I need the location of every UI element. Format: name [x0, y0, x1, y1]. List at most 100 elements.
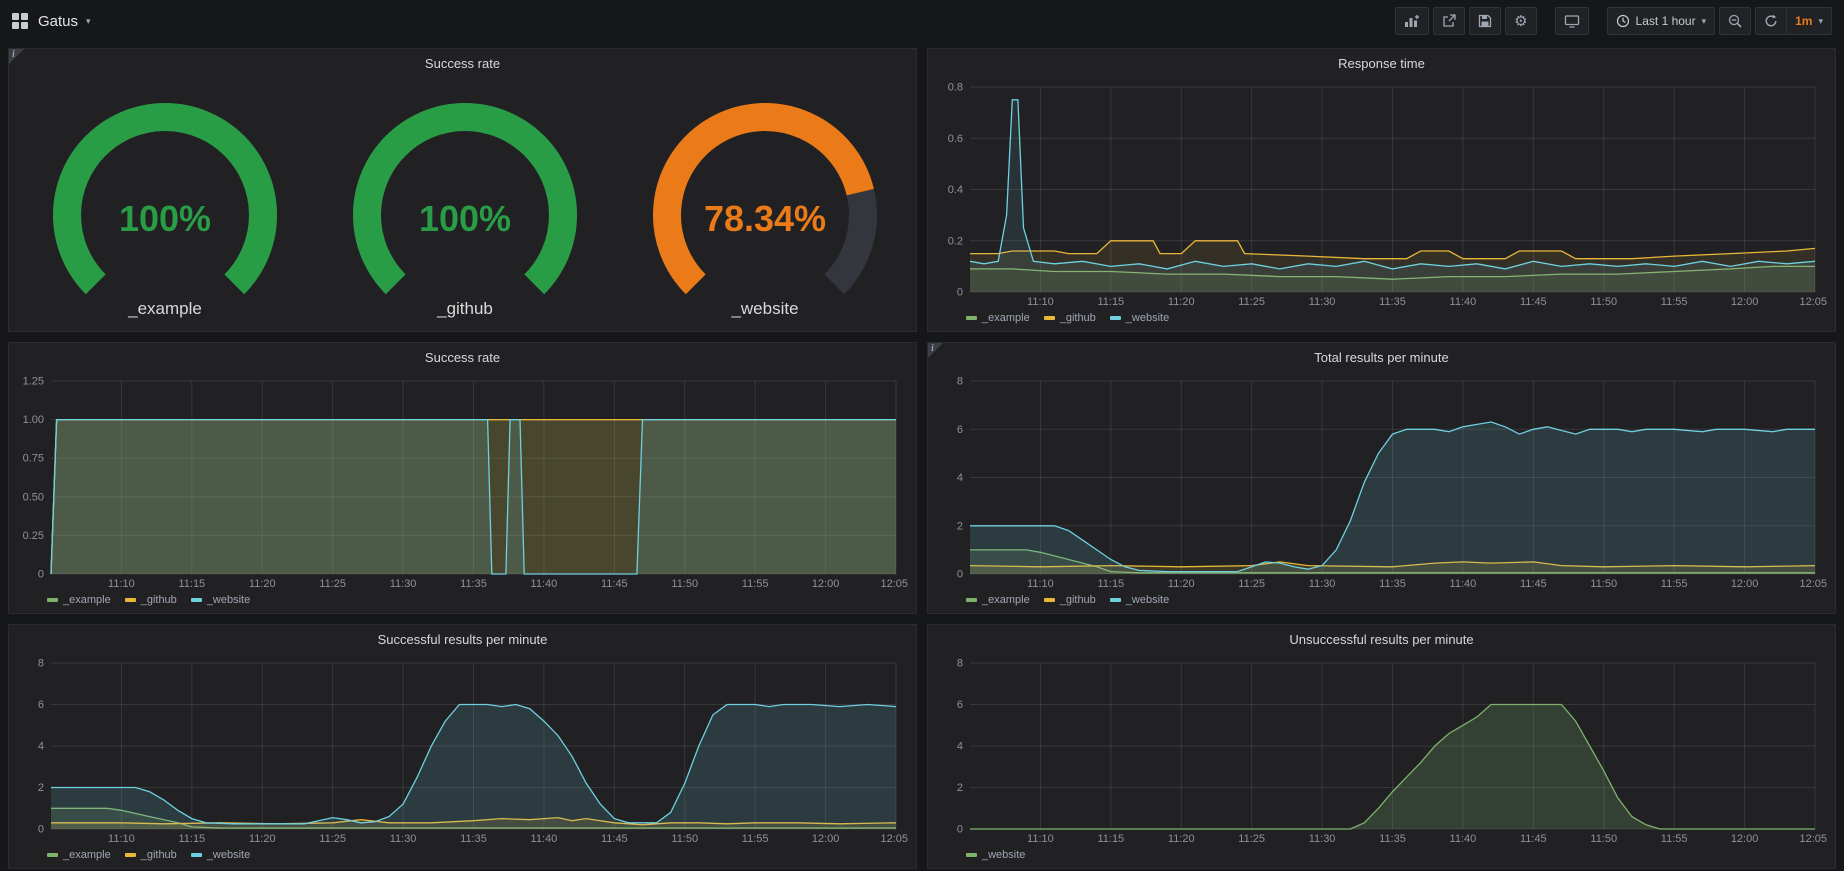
panel-title[interactable]: Response time	[928, 49, 1835, 77]
legend-item-_website[interactable]: _website	[1110, 594, 1169, 606]
legend-swatch	[1044, 598, 1055, 602]
chart-canvas: 0246811:1011:1511:2011:2511:3011:3511:40…	[934, 653, 1829, 846]
successful-results-chart: 0246811:1011:1511:2011:2511:3011:3511:40…	[15, 653, 910, 846]
svg-text:4: 4	[957, 472, 963, 484]
legend-label: _github	[1060, 594, 1096, 606]
svg-text:11:40: 11:40	[531, 833, 558, 845]
svg-text:11:10: 11:10	[108, 578, 135, 590]
svg-text:100%: 100%	[419, 198, 511, 239]
chart-canvas: 0246811:1011:1511:2011:2511:3011:3511:40…	[934, 371, 1829, 591]
svg-text:11:35: 11:35	[460, 833, 487, 845]
legend-item-_website[interactable]: _website	[191, 849, 250, 861]
legend-item-_website[interactable]: _website	[966, 849, 1025, 861]
svg-text:4: 4	[957, 741, 963, 753]
legend-item-_github[interactable]: _github	[125, 849, 177, 861]
panel-title[interactable]: Unsuccessful results per minute	[928, 625, 1835, 653]
share-button[interactable]	[1433, 7, 1465, 35]
legend-swatch	[966, 598, 977, 602]
svg-text:6: 6	[957, 424, 963, 436]
tv-mode-button[interactable]	[1555, 7, 1589, 35]
panel-title[interactable]: Total results per minute	[928, 343, 1835, 371]
svg-text:11:30: 11:30	[1309, 578, 1336, 590]
chart-canvas: 00.250.500.751.001.2511:1011:1511:2011:2…	[15, 371, 910, 591]
dashboard-grid: i Success rate 100%_example100%_github78…	[0, 42, 1844, 869]
panel-title[interactable]: Success rate	[9, 49, 916, 77]
svg-text:12:00: 12:00	[1731, 578, 1759, 590]
legend-label: _example	[982, 594, 1030, 606]
panel-title[interactable]: Successful results per minute	[9, 625, 916, 653]
legend-item-_example[interactable]: _example	[966, 594, 1030, 606]
legend-label: _example	[63, 594, 111, 606]
legend-item-_website[interactable]: _website	[1110, 312, 1169, 324]
chevron-down-icon: ▾	[1818, 16, 1823, 27]
chart-legend: _website	[934, 846, 1829, 864]
save-button[interactable]	[1469, 7, 1501, 35]
legend-item-_github[interactable]: _github	[125, 594, 177, 606]
zoom-out-button[interactable]	[1719, 7, 1751, 35]
svg-text:11:15: 11:15	[178, 833, 205, 845]
svg-text:11:20: 11:20	[1168, 833, 1195, 845]
svg-text:0.2: 0.2	[948, 235, 963, 247]
legend-swatch	[1110, 598, 1121, 602]
svg-text:11:45: 11:45	[601, 833, 628, 845]
svg-text:11:55: 11:55	[1661, 296, 1688, 308]
refresh-interval-button[interactable]: 1m ▾	[1787, 7, 1832, 35]
svg-text:11:45: 11:45	[1520, 578, 1547, 590]
svg-text:2: 2	[38, 782, 44, 794]
time-range-button[interactable]: Last 1 hour ▾	[1607, 7, 1716, 35]
svg-text:12:05: 12:05	[1799, 296, 1827, 308]
svg-text:11:25: 11:25	[319, 578, 346, 590]
legend-item-_github[interactable]: _github	[1044, 594, 1096, 606]
svg-text:11:50: 11:50	[1590, 833, 1617, 845]
svg-text:0.50: 0.50	[23, 491, 44, 503]
svg-text:11:40: 11:40	[531, 578, 558, 590]
refresh-button[interactable]	[1755, 7, 1787, 35]
chart-legend: _example _github _website	[15, 846, 910, 864]
svg-text:2: 2	[957, 520, 963, 532]
zoom-out-icon	[1728, 14, 1742, 28]
gauge-label: _website	[731, 299, 798, 319]
legend-item-_example[interactable]: _example	[47, 849, 111, 861]
svg-text:11:45: 11:45	[1520, 296, 1547, 308]
panel-total-results: i Total results per minute 0246811:1011:…	[927, 342, 1836, 614]
svg-text:12:05: 12:05	[880, 833, 908, 845]
svg-text:2: 2	[957, 782, 963, 794]
dashboard-icon[interactable]	[12, 13, 28, 29]
svg-text:0: 0	[957, 287, 963, 299]
svg-text:12:00: 12:00	[1731, 296, 1759, 308]
settings-button[interactable]: ⚙	[1505, 7, 1536, 35]
gear-icon: ⚙	[1514, 14, 1527, 29]
legend-item-_github[interactable]: _github	[1044, 312, 1096, 324]
legend-item-_example[interactable]: _example	[47, 594, 111, 606]
chart-canvas: 0246811:1011:1511:2011:2511:3011:3511:40…	[15, 653, 910, 846]
legend-item-_example[interactable]: _example	[966, 312, 1030, 324]
chart-legend: _example _github _website	[934, 309, 1829, 327]
legend-label: _github	[1060, 312, 1096, 324]
clock-icon	[1616, 14, 1630, 28]
success-rate-chart: 00.250.500.751.001.2511:1011:1511:2011:2…	[15, 371, 910, 591]
legend-label: _website	[207, 849, 250, 861]
panel-title[interactable]: Success rate	[9, 343, 916, 371]
svg-text:11:55: 11:55	[1661, 578, 1688, 590]
legend-item-_website[interactable]: _website	[191, 594, 250, 606]
unsuccessful-results-chart: 0246811:1011:1511:2011:2511:3011:3511:40…	[934, 653, 1829, 846]
svg-text:11:25: 11:25	[319, 833, 346, 845]
svg-text:11:40: 11:40	[1450, 578, 1477, 590]
panel-info-icon[interactable]: i	[9, 49, 24, 64]
svg-text:0.8: 0.8	[948, 82, 963, 94]
svg-text:11:45: 11:45	[1520, 833, 1547, 845]
svg-text:0.25: 0.25	[23, 530, 44, 542]
svg-text:4: 4	[38, 741, 44, 753]
gauge-label: _example	[128, 299, 202, 319]
svg-text:11:30: 11:30	[1309, 296, 1336, 308]
svg-text:0.4: 0.4	[948, 184, 963, 196]
panel-success-rate-timeseries: Success rate 00.250.500.751.001.2511:101…	[8, 342, 917, 614]
svg-text:11:35: 11:35	[1379, 578, 1406, 590]
dashboard-title[interactable]: Gatus	[38, 13, 78, 30]
svg-text:11:10: 11:10	[1027, 296, 1054, 308]
gauge-_example: 100%_example	[15, 91, 315, 319]
svg-text:0.6: 0.6	[948, 133, 963, 145]
panel-info-icon[interactable]: i	[928, 343, 943, 358]
svg-text:11:15: 11:15	[1097, 296, 1124, 308]
add-panel-button[interactable]	[1395, 7, 1429, 35]
